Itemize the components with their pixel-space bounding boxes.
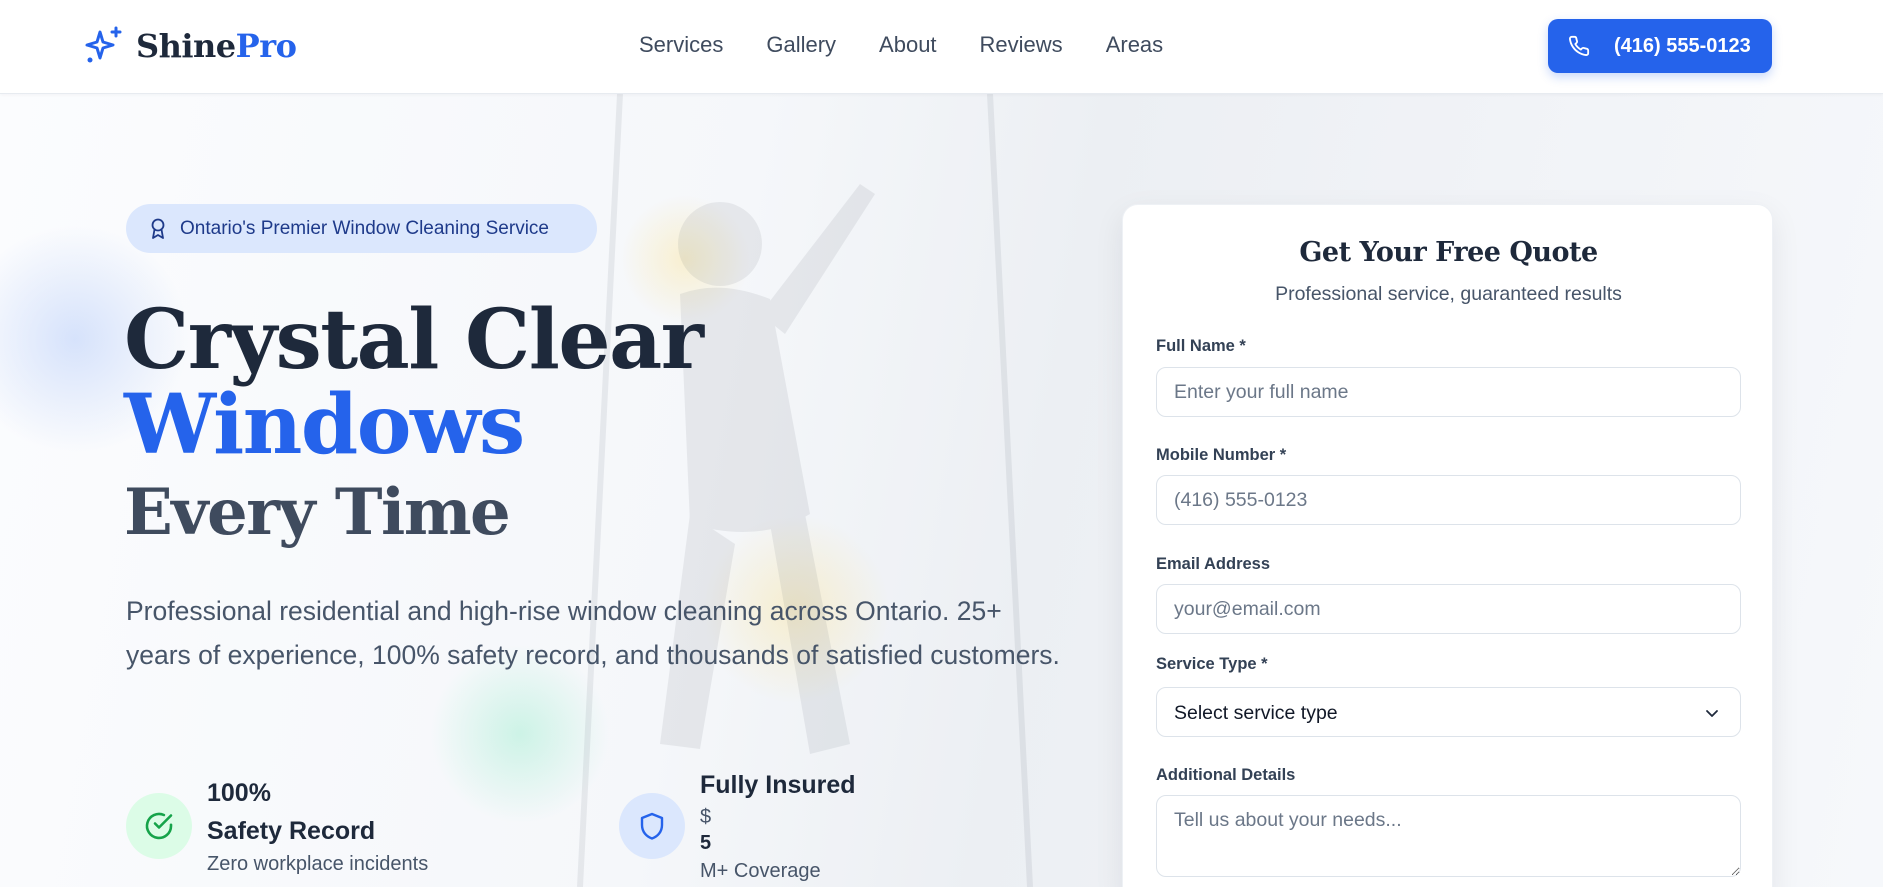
additional-details-label: Additional Details [1156, 766, 1296, 784]
nav-about[interactable]: About [879, 30, 937, 60]
insurance-stat-subtitle: M+ Coverage [700, 860, 821, 882]
safety-stat-title: Safety Record [207, 817, 376, 845]
service-type-label: Service Type * [1156, 655, 1268, 673]
email-address-input[interactable] [1156, 584, 1741, 634]
mobile-number-label: Mobile Number * [1156, 446, 1287, 464]
insurance-stat-prefix: $ [700, 806, 712, 828]
logo-text: ShinePro [136, 27, 297, 65]
phone-icon [1569, 35, 1590, 56]
call-button[interactable]: (416) 555-0123 [1548, 19, 1772, 73]
site-header: ShinePro Services Gallery About Reviews … [0, 0, 1883, 94]
insurance-stat-badge [619, 793, 685, 859]
email-address-label: Email Address [1156, 555, 1271, 573]
hero-badge: Ontario's Premier Window Cleaning Servic… [126, 204, 597, 253]
nav-reviews[interactable]: Reviews [980, 30, 1063, 60]
full-name-input[interactable] [1156, 367, 1741, 417]
nav-gallery[interactable]: Gallery [766, 30, 836, 60]
safety-stat-subtitle: Zero workplace incidents [207, 853, 429, 875]
award-icon [151, 218, 165, 239]
hero-headline-line-3: Every Time [124, 475, 511, 550]
mobile-number-input[interactable] [1156, 475, 1741, 525]
insurance-stat-value: 5 [700, 832, 712, 854]
full-name-label: Full Name * [1156, 337, 1246, 355]
hero-headline-line-2: Windows [124, 377, 525, 473]
check-circle-icon [145, 812, 173, 840]
sparkle-icon [85, 26, 122, 63]
nav-areas[interactable]: Areas [1106, 30, 1163, 60]
call-button-label: (416) 555-0123 [1614, 35, 1751, 57]
hero-description: Professional residential and high-rise w… [126, 596, 1060, 670]
shield-icon [640, 812, 664, 840]
additional-details-textarea[interactable] [1156, 795, 1741, 877]
logo-text-accent: Pro [235, 27, 297, 65]
background-worker-image [577, 94, 1033, 887]
safety-stat-value: 100% [207, 779, 271, 807]
quote-form-card: Get Your Free Quote Professional service… [1122, 204, 1773, 887]
logo[interactable]: ShinePro [82, 24, 297, 68]
quote-form-subtitle: Professional service, guaranteed results [1275, 283, 1622, 305]
insurance-stat-title: Fully Insured [700, 771, 856, 799]
chevron-down-icon [1706, 710, 1718, 717]
main-nav: Services Gallery About Reviews Areas [639, 30, 1163, 60]
hero-badge-label: Ontario's Premier Window Cleaning Servic… [180, 218, 549, 239]
service-type-selected: Select service type [1174, 702, 1338, 724]
safety-stat-badge [126, 793, 192, 859]
logo-text-primary: Shine [136, 27, 236, 65]
nav-services[interactable]: Services [639, 30, 723, 60]
quote-form-title: Get Your Free Quote [1299, 237, 1598, 268]
service-type-select[interactable]: Select service type [1156, 687, 1741, 737]
